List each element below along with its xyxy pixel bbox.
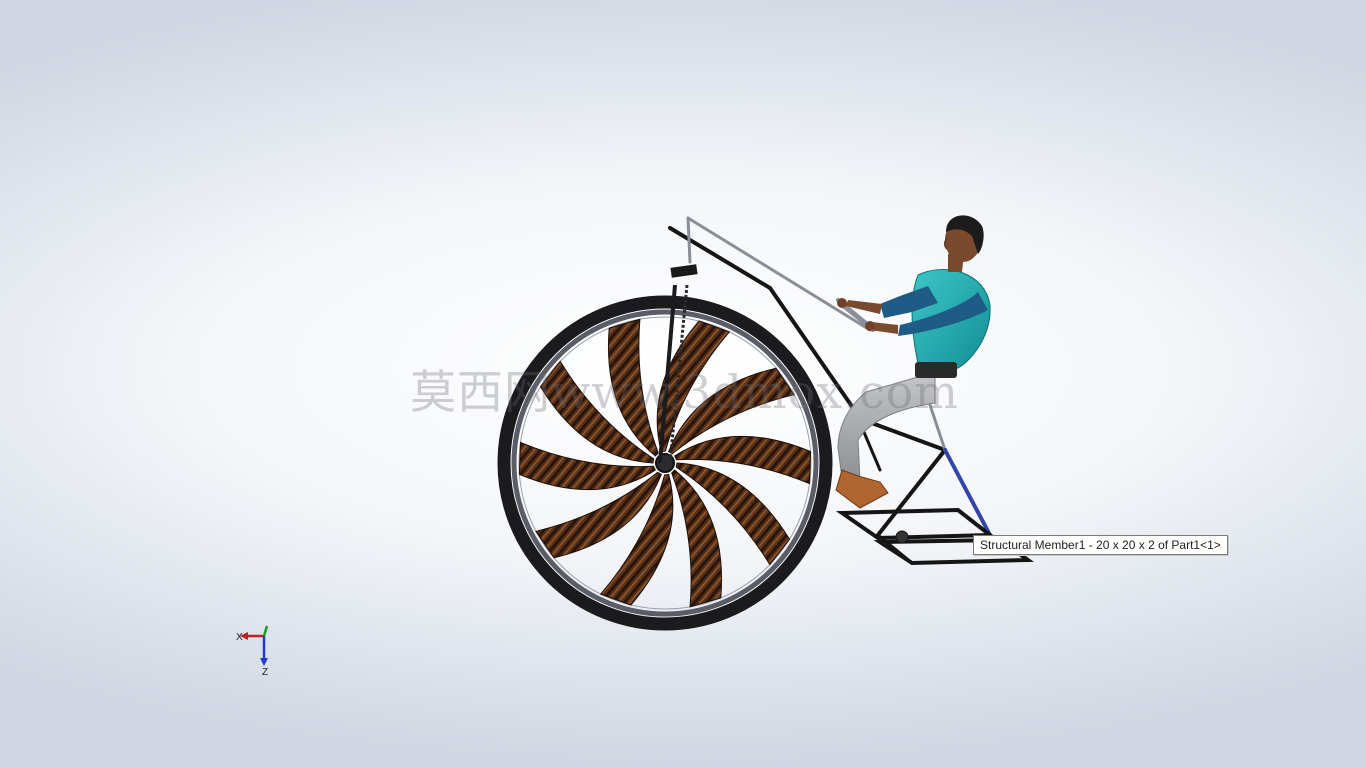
selection-tooltip: Structural Member1 - 20 x 20 x 2 of Part…	[973, 535, 1228, 555]
wheel[interactable]	[497, 295, 833, 631]
watermark: 莫西网www.3dmox.com	[410, 365, 959, 419]
structural-member-selected	[943, 448, 992, 537]
graphics-viewport[interactable]: 莫西网www.3dmox.com Structural Member1 - 20…	[0, 0, 1366, 768]
triad-z-label: Z	[262, 667, 268, 678]
triad-x-label: X	[236, 632, 243, 643]
orientation-triad: X Z	[236, 625, 269, 678]
shoe	[835, 469, 889, 509]
hand	[837, 298, 847, 308]
